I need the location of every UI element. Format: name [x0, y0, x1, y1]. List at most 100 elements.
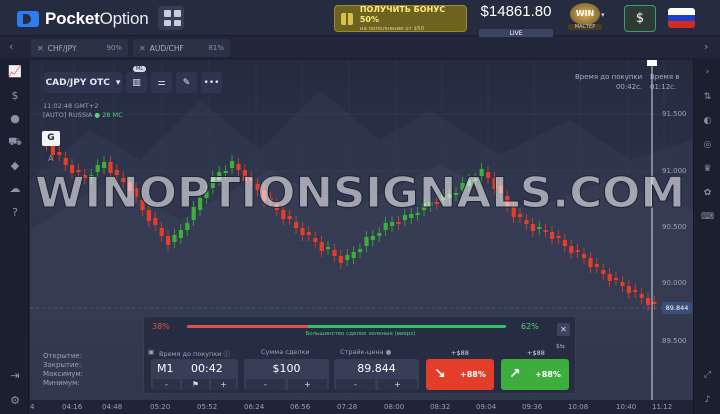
- time-plus-button[interactable]: +: [211, 379, 236, 390]
- asset-tab-aud-chf[interactable]: ✕ AUD/CHF 81%: [133, 39, 230, 57]
- drawing-tools-button[interactable]: ✎: [176, 72, 197, 93]
- left-sidebar: 📈 $ ● ⛟ ◆ ☁ ? ⇥ ⚙: [0, 60, 29, 414]
- purchase-time-indicator: Время до покупки 00:42с.: [575, 72, 642, 92]
- ml-badge: ML: [133, 66, 147, 72]
- candle-stats: Открытие: Закрытие: Максимум: Минимум:: [43, 352, 83, 388]
- tournaments-icon[interactable]: ♛: [701, 163, 714, 176]
- indicators-button[interactable]: ⚌: [151, 72, 172, 93]
- candle: [556, 236, 561, 238]
- amount-minus-button[interactable]: -: [246, 379, 285, 390]
- amount-label: Сумма сделки: [261, 348, 310, 356]
- chart-type-button[interactable]: ML ▥: [126, 66, 147, 93]
- amount-value: $100: [272, 362, 301, 375]
- app-root: PocketOption ПОЛУЧИТЬ БОНУС 50% на попол…: [0, 0, 720, 414]
- provider-label: [AUTO] RUSSIA: [43, 111, 93, 119]
- level-label: МАСТЕР: [568, 24, 602, 30]
- timeframe-value: M1: [157, 362, 174, 375]
- candle: [153, 218, 158, 225]
- candle: [409, 214, 414, 218]
- candle: [390, 222, 395, 226]
- asset-tabs-bar: ‹ ✕ CHF/JPY 90% ✕ AUD/CHF 81% ›: [0, 37, 720, 59]
- candle: [492, 178, 497, 189]
- collapse-icon[interactable]: ▣: [148, 348, 154, 356]
- more-button[interactable]: •••: [201, 72, 222, 93]
- candle: [415, 213, 420, 215]
- asset-tab-name: CHF/JPY: [47, 43, 77, 53]
- candle: [230, 161, 235, 168]
- sell-down-button[interactable]: ↘ +88%: [426, 359, 494, 390]
- amount-input[interactable]: $100 - +: [244, 359, 329, 390]
- candle: [639, 294, 644, 298]
- chevron-left-icon[interactable]: ‹: [9, 40, 13, 53]
- sound-icon[interactable]: ♪: [701, 394, 714, 407]
- scale-icon[interactable]: $⇆: [556, 343, 565, 350]
- close-panel-button[interactable]: ✕: [557, 323, 570, 336]
- candle: [89, 175, 94, 178]
- logo[interactable]: PocketOption: [17, 9, 149, 29]
- current-price-label: 89.844: [662, 302, 692, 314]
- candle: [396, 222, 401, 224]
- trades-icon[interactable]: ⇅: [701, 91, 714, 104]
- chevron-right-icon[interactable]: ›: [701, 66, 714, 79]
- candle: [652, 302, 657, 304]
- asset-tab-chf-jpy[interactable]: ✕ CHF/JPY 90%: [31, 39, 128, 57]
- deposit-button[interactable]: $: [624, 5, 656, 32]
- trade-panel: 38% 62% Большинство сделок зеленые (ввер…: [143, 316, 576, 394]
- profile-icon[interactable]: ●: [8, 112, 22, 126]
- time-tick: 08:00: [384, 403, 405, 411]
- balance-widget[interactable]: $14861.80 LIVE: [477, 3, 555, 38]
- apps-grid-button[interactable]: [158, 6, 184, 30]
- candle: [114, 170, 119, 175]
- candle: [95, 165, 100, 172]
- candle: [198, 198, 203, 210]
- candle: [524, 220, 529, 224]
- close-icon[interactable]: ✕: [37, 44, 44, 53]
- flag-icon[interactable]: ⚑: [182, 379, 209, 390]
- russian-flag-icon[interactable]: [668, 8, 695, 28]
- finance-icon[interactable]: $: [8, 89, 22, 103]
- help-icon[interactable]: ?: [8, 206, 22, 220]
- time-tick: 09:04: [476, 403, 497, 411]
- strike-price-input[interactable]: 89.844 - +: [334, 359, 419, 390]
- g-badge[interactable]: G: [42, 131, 60, 146]
- social-trading-icon[interactable]: ◎: [701, 139, 714, 152]
- logout-icon[interactable]: ⇥: [8, 369, 22, 383]
- asset-selector[interactable]: CAD/JPY OTC ▾: [44, 72, 122, 93]
- fullscreen-icon[interactable]: ⤢: [701, 369, 714, 382]
- chevron-right-icon[interactable]: ›: [704, 40, 708, 53]
- candle: [588, 258, 593, 267]
- candle: [63, 158, 68, 165]
- candle: [287, 216, 292, 219]
- gift-icon: [341, 12, 353, 25]
- expiry-time-label: Время в: [650, 73, 680, 81]
- market-cart-icon[interactable]: ⛟: [8, 135, 22, 149]
- diamond-icon[interactable]: ◆: [8, 159, 22, 173]
- candle: [428, 202, 433, 206]
- buy-up-button[interactable]: ↗ +88%: [501, 359, 569, 390]
- candle: [402, 215, 407, 220]
- chart-icon[interactable]: 📈: [8, 65, 22, 79]
- strike-minus-button[interactable]: -: [336, 379, 375, 390]
- candle: [364, 237, 369, 246]
- chart-toolbar: CAD/JPY OTC ▾ ML ▥ ⚌ ✎ •••: [44, 66, 222, 93]
- strike-plus-button[interactable]: +: [378, 379, 417, 390]
- achievements-icon[interactable]: ✿: [701, 187, 714, 200]
- candle: [121, 178, 126, 182]
- time-tick: 4: [30, 403, 35, 411]
- candle: [274, 204, 279, 210]
- chat-icon[interactable]: ☁: [8, 182, 22, 196]
- level-widget[interactable]: WIN МАСТЕР ▾: [568, 3, 608, 33]
- hotkeys-icon[interactable]: ⌨: [701, 211, 714, 224]
- amount-plus-button[interactable]: +: [288, 379, 327, 390]
- put-percent: +88%: [460, 370, 486, 379]
- signals-icon[interactable]: ◐: [701, 115, 714, 128]
- time-minus-button[interactable]: -: [153, 379, 180, 390]
- stat-high-label: Максимум:: [43, 370, 84, 378]
- settings-icon[interactable]: ⚙: [8, 394, 22, 408]
- bar-chart-icon: ▥: [132, 77, 141, 88]
- time-selector[interactable]: M1 00:42 - ⚑ +: [151, 359, 238, 390]
- close-icon[interactable]: ✕: [139, 44, 146, 53]
- candle: [530, 224, 535, 231]
- candle: [486, 172, 491, 178]
- bonus-button[interactable]: ПОЛУЧИТЬ БОНУС 50% на пополнение от $50: [334, 5, 467, 32]
